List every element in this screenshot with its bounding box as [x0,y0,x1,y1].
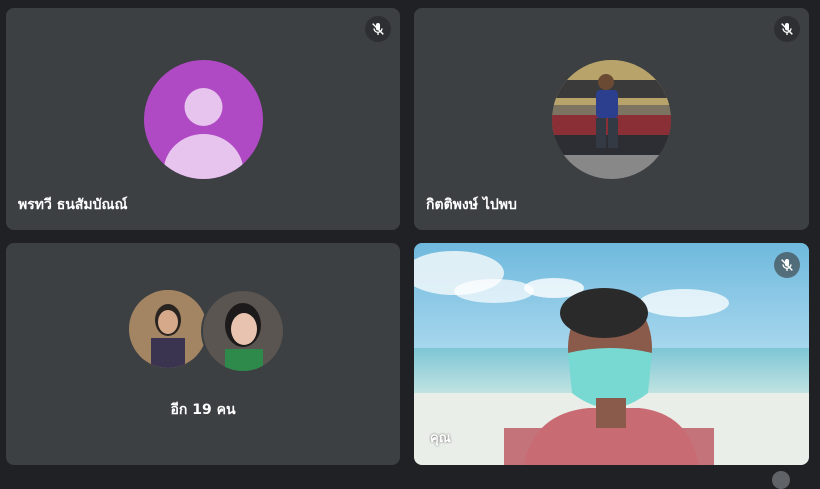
mic-off-icon [774,252,800,278]
participant-name: พรทวี ธนสัมบัณณ์ [18,197,128,213]
participant-tile-1[interactable]: พรทวี ธนสัมบัณณ์ [6,8,400,230]
self-video-beach-background [414,243,809,465]
self-label: คุณ [430,431,451,446]
more-options-icon[interactable] [772,471,790,489]
self-video-tile[interactable]: คุณ [414,243,809,465]
others-count-label: อีก 19 คน [170,402,236,418]
photo-avatar-woman-2 [201,289,285,373]
mic-off-icon [774,16,800,42]
participant-name: กิตติพงษ์ ไปพบ [426,197,517,213]
default-person-avatar [144,60,263,179]
photo-avatar [552,60,671,179]
participant-tile-2[interactable]: กิตติพงษ์ ไปพบ [414,8,809,230]
others-tile[interactable]: อีก 19 คน [6,243,400,465]
mic-off-icon [365,16,391,42]
photo-avatar-woman-1 [129,290,207,368]
